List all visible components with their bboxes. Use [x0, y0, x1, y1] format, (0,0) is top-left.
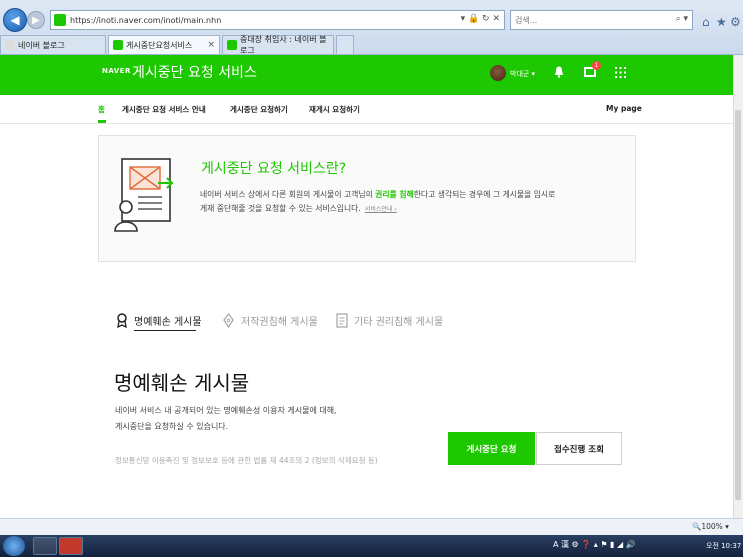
document-report-icon — [114, 158, 174, 232]
forward-arrow-icon: ▶ — [32, 14, 40, 26]
user-name[interactable]: 박대군 ▾ — [510, 69, 535, 79]
service-header — [0, 55, 743, 95]
info-text-part: 한다고 생각되는 경우에 그 게시물을 임시로 — [413, 190, 556, 199]
active-tab-underline — [134, 330, 196, 331]
tab-label: 게시중단요청서비스 — [126, 40, 193, 50]
naver-logo[interactable]: NAVER — [102, 67, 131, 75]
service-guide-link[interactable]: 서비스안내 › — [365, 206, 397, 213]
close-tab-icon[interactable]: × — [207, 40, 215, 50]
nav-repost-request[interactable]: 재게시 요청하기 — [309, 104, 360, 115]
tab-naver-blog[interactable]: 네이버 블로그 — [0, 35, 106, 54]
url-text: https://inoti.naver.com/inoti/main.nhn — [70, 15, 222, 25]
section-title: 명예훼손 게시물 — [114, 371, 250, 395]
browser-status-bar — [0, 518, 743, 535]
nav-request[interactable]: 게시중단 요청하기 — [230, 104, 288, 115]
tab-inoti[interactable]: 게시중단요청서비스 × — [108, 35, 220, 54]
forward-button[interactable]: ▶ — [27, 11, 45, 29]
naver-favicon — [113, 40, 123, 50]
service-title[interactable]: 게시중단 요청 서비스 — [132, 62, 257, 82]
taskbar-app-button[interactable] — [59, 537, 83, 555]
info-title: 게시중단 요청 서비스란? — [201, 161, 347, 177]
taskbar-clock: 오전 10:37 — [706, 542, 742, 550]
scrollbar-thumb[interactable] — [735, 110, 741, 500]
document-icon — [336, 313, 348, 328]
tab-label: 저작권침해 게시물 — [241, 317, 318, 328]
tools-gear-icon[interactable]: ⚙ — [730, 15, 741, 29]
nav-home[interactable]: 홈 — [98, 104, 105, 115]
site-favicon — [54, 14, 66, 26]
nav-service-guide[interactable]: 게시중단 요청 서비스 안내 — [122, 104, 206, 115]
bell-icon[interactable] — [554, 66, 564, 78]
ime-indicator[interactable]: A 漢 — [553, 540, 569, 549]
ribbon-badge-icon — [117, 313, 127, 328]
system-tray[interactable]: A 漢 ⚙ ❓ ▴ ⚑ ▮ ◢ 🔊 — [553, 539, 636, 550]
taskbar-ie-button[interactable] — [33, 537, 57, 555]
section-desc-line2: 게시중단을 요청하실 수 있습니다. — [115, 422, 229, 431]
info-text-highlight: 권리를 침해 — [375, 190, 414, 199]
info-text-part: 네이버 서비스 상에서 다른 회원의 게시물이 고객님의 — [200, 190, 376, 199]
tab-label: 네이버 블로그 — [18, 40, 65, 50]
search-box[interactable]: 검색... ⌕ ▾ — [510, 10, 693, 30]
address-actions-icon[interactable]: ▾ 🔒 ↻ ✕ — [461, 14, 500, 24]
back-button[interactable]: ◀ — [3, 8, 27, 32]
section-desc-line1: 네이버 서비스 내 공개되어 있는 명예훼손성 이용자 게시물에 대해, — [115, 406, 337, 415]
search-icon[interactable]: ⌕ ▾ — [676, 14, 688, 24]
check-status-button[interactable]: 접수진행 조회 — [536, 432, 622, 465]
mail-count-badge: 1 — [592, 61, 601, 70]
back-arrow-icon: ◀ — [10, 13, 20, 27]
section-description: 네이버 서비스 내 공개되어 있는 명예훼손성 이용자 게시물에 대해, 게시중… — [115, 403, 455, 435]
home-icon[interactable]: ⌂ — [702, 15, 710, 29]
browser-toolbar: ◀ ▶ https://inoti.naver.com/inoti/main.n… — [0, 0, 743, 55]
favorites-star-icon[interactable]: ★ — [716, 15, 727, 29]
start-button[interactable] — [3, 536, 25, 556]
info-description: 네이버 서비스 상에서 다른 회원의 게시물이 고객님의 권리를 침해한다고 생… — [200, 188, 620, 216]
tab-copyright[interactable]: 저작권침해 게시물 — [222, 313, 318, 328]
search-placeholder: 검색... — [515, 15, 538, 25]
legal-reference-note: 정보통신망 이용촉진 및 정보보호 등에 관한 법률 제 44조의 2 (정보의… — [115, 456, 378, 465]
tab-label: 중대장 취임사 : 네이버 블로그 — [240, 35, 327, 55]
avatar[interactable] — [490, 65, 506, 81]
tab-blog-post[interactable]: 중대장 취임사 : 네이버 블로그 — [222, 35, 334, 55]
blog-favicon — [5, 40, 15, 50]
tab-strip: 네이버 블로그 게시중단요청서비스 × 중대장 취임사 : 네이버 블로그 — [0, 35, 743, 55]
new-tab-button[interactable] — [336, 35, 354, 54]
zoom-level[interactable]: 🔍100% ▾ — [692, 522, 729, 531]
info-text-line2: 게재 중단해줄 것을 요청할 수 있는 서비스입니다. — [200, 203, 361, 213]
address-row: ◀ ▶ https://inoti.naver.com/inoti/main.n… — [0, 6, 743, 32]
tab-defamation[interactable]: 명예훼손 게시물 — [116, 313, 202, 328]
tab-label: 기타 권리침해 게시물 — [354, 317, 444, 328]
nav-mypage[interactable]: My page — [606, 104, 642, 113]
naver-favicon — [227, 40, 237, 50]
active-nav-indicator — [98, 120, 106, 123]
tab-label: 명예훼손 게시물 — [134, 317, 202, 328]
tab-other-rights[interactable]: 기타 권리침해 게시물 — [336, 313, 443, 328]
apps-grid-icon[interactable] — [615, 67, 626, 78]
request-takedown-button[interactable]: 게시중단 요청 — [448, 432, 535, 465]
pen-nib-icon — [223, 313, 234, 328]
address-bar[interactable]: https://inoti.naver.com/inoti/main.nhn ▾… — [50, 10, 505, 30]
